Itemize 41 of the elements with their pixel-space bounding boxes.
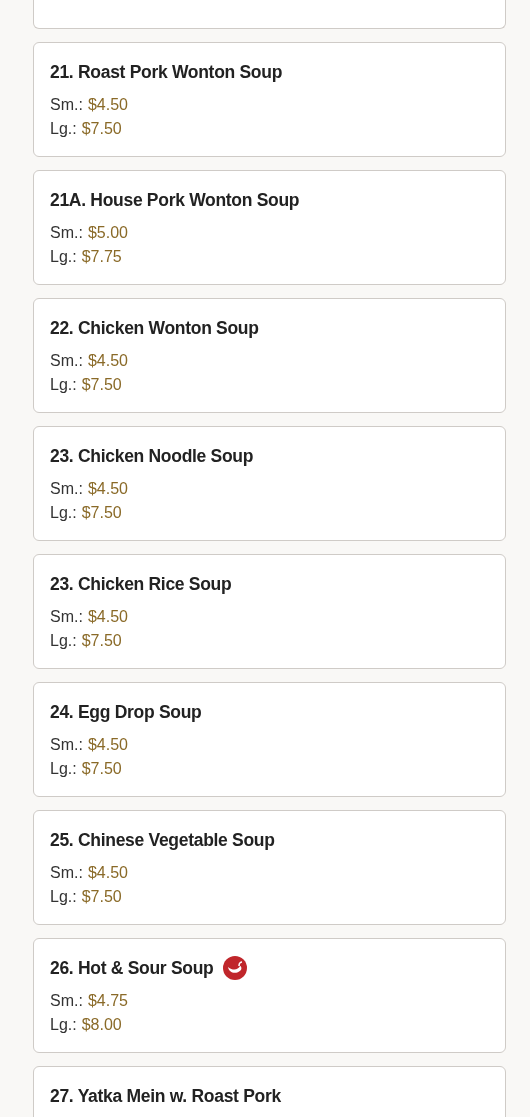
price: $7.50 bbox=[81, 760, 122, 778]
price: $7.50 bbox=[81, 504, 122, 522]
price: $7.50 bbox=[81, 120, 122, 138]
size-label: Lg.: bbox=[50, 760, 77, 778]
size-label: Lg.: bbox=[50, 632, 77, 650]
dish-title: 25. Chinese Vegetable Soup bbox=[50, 829, 275, 851]
size-label: Lg.: bbox=[50, 1016, 77, 1034]
size-label: Lg.: bbox=[50, 376, 77, 394]
size-label: Sm.: bbox=[50, 736, 83, 754]
price: $4.75 bbox=[87, 992, 128, 1010]
size-label: Sm.: bbox=[50, 480, 83, 498]
dish-title: 22. Chicken Wonton Soup bbox=[50, 317, 259, 339]
price: $4.50 bbox=[87, 608, 128, 626]
size-label: Lg.: bbox=[50, 504, 77, 522]
price: $7.50 bbox=[81, 632, 122, 650]
price: $4.50 bbox=[87, 864, 128, 882]
price: $4.50 bbox=[87, 480, 128, 498]
dish-title: 23. Chicken Noodle Soup bbox=[50, 445, 254, 467]
dish-title: 21A. House Pork Wonton Soup bbox=[50, 189, 300, 211]
size-label: Lg.: bbox=[50, 888, 77, 906]
size-label: Sm.: bbox=[50, 608, 83, 626]
dish-title: 27. Yatka Mein w. Roast Pork bbox=[50, 1085, 281, 1107]
size-label: Sm.: bbox=[50, 864, 83, 882]
size-label: Lg.: bbox=[50, 120, 77, 138]
price: $7.75 bbox=[81, 248, 122, 266]
price: $7.50 bbox=[81, 376, 122, 394]
dish-title: 21. Roast Pork Wonton Soup bbox=[50, 61, 283, 83]
price: $8.00 bbox=[81, 1016, 122, 1034]
price: $7.50 bbox=[81, 888, 122, 906]
size-label: Sm.: bbox=[50, 96, 83, 114]
dish-title: 26. Hot & Sour Soup bbox=[50, 957, 214, 979]
price: $4.50 bbox=[87, 352, 128, 370]
dish-title: 23. Chicken Rice Soup bbox=[50, 573, 232, 595]
price: $5.00 bbox=[87, 224, 128, 242]
price: $4.50 bbox=[87, 736, 128, 754]
size-label: Lg.: bbox=[50, 248, 77, 266]
size-label: Sm.: bbox=[50, 992, 83, 1010]
size-label: Sm.: bbox=[50, 352, 83, 370]
size-label: Sm.: bbox=[50, 224, 83, 242]
dish-title: 24. Egg Drop Soup bbox=[50, 701, 202, 723]
price: $4.50 bbox=[87, 96, 128, 114]
